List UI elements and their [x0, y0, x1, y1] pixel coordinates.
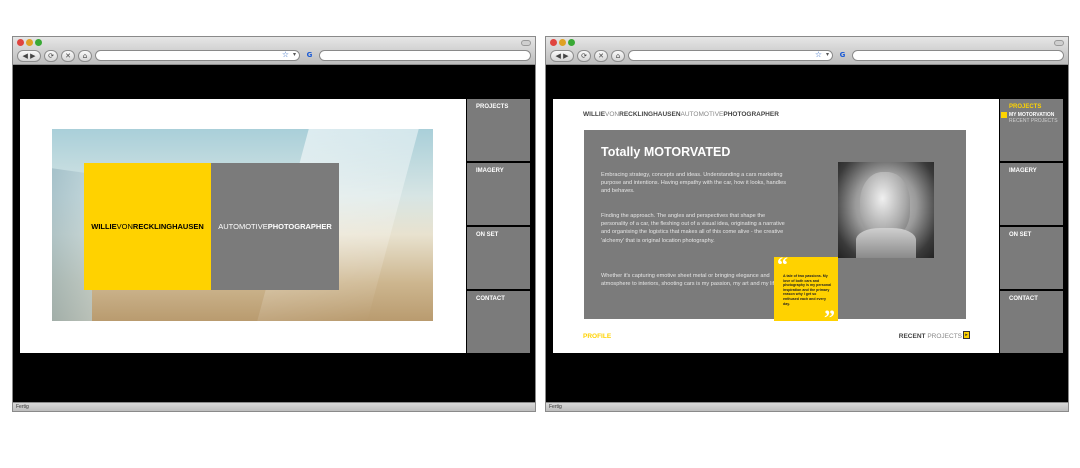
recent-link-part-recent: RECENT [898, 333, 926, 340]
toolbar-toggle-icon[interactable] [1054, 40, 1064, 46]
nav-item-contact[interactable]: CONTACT [467, 291, 530, 353]
reload-button[interactable]: ⟳ [44, 49, 58, 62]
browser-toolbar: ◀ ▶ ⟳ ✕ ⌂ ☆ ▾ G [546, 37, 1068, 65]
window-controls [550, 39, 575, 46]
side-navigation: PROJECTS IMAGERY ON SET CONTACT [467, 99, 530, 353]
tagline-part-automotive: AUTOMOTIVE [680, 111, 724, 118]
site-logo: WILLIEVONRECKLINGHAUSEN [91, 222, 204, 231]
paragraph: Embracing strategy, concepts and ideas. … [601, 172, 787, 195]
tagline-part-photographer: PHOTOGRAPHER [267, 222, 332, 231]
nav-item-on-set[interactable]: ON SET [1000, 227, 1063, 289]
nav-item-projects[interactable]: PROJECTS [467, 99, 530, 161]
nav-item-on-set[interactable]: ON SET [467, 227, 530, 289]
search-input[interactable] [319, 50, 531, 61]
close-window-icon[interactable] [17, 39, 24, 46]
search-engine-icon[interactable]: G [303, 50, 316, 61]
status-bar: Fertig [546, 402, 1068, 411]
bookmark-star-icon[interactable]: ☆ [282, 50, 289, 59]
nav-item-contact[interactable]: CONTACT [1000, 291, 1063, 353]
zoom-window-icon[interactable] [568, 39, 575, 46]
logo-part-willie: WILLIE [583, 111, 606, 118]
logo-block[interactable]: WILLIEVONRECKLINGHAUSEN [84, 163, 211, 290]
address-bar[interactable]: ☆ ▾ [95, 50, 300, 61]
logo-part-recklinghausen: RECKLINGHAUSEN [619, 111, 681, 118]
toolbar-toggle-icon[interactable] [521, 40, 531, 46]
subnav-item-recent-projects[interactable]: RECENT PROJECTS [1009, 118, 1063, 124]
nav-item-projects[interactable]: PROJECTS MY MOTORVATION RECENT PROJECTS [1000, 99, 1063, 161]
recent-link-part-projects: PROJECTS [927, 333, 962, 340]
nav-item-imagery[interactable]: IMAGERY [1000, 163, 1063, 225]
minimize-window-icon[interactable] [559, 39, 566, 46]
pull-quote-text: A tale of two passions. My love of both … [783, 274, 832, 306]
back-forward-button[interactable]: ◀ ▶ [550, 49, 574, 62]
logo-part-von: VON [605, 111, 620, 118]
search-input[interactable] [852, 50, 1064, 61]
pull-quote: “ A tale of two passions. My love of bot… [774, 252, 838, 329]
browser-window-right: ◀ ▶ ⟳ ✕ ⌂ ☆ ▾ G WILLIEVONRECKLINGHAUSENA… [545, 36, 1069, 412]
tagline-part-photographer: PHOTOGRAPHER [723, 111, 779, 118]
status-bar: Fertig [13, 402, 535, 411]
side-navigation: PROJECTS MY MOTORVATION RECENT PROJECTS … [1000, 99, 1063, 353]
page-canvas: WILLIEVONRECKLINGHAUSENAUTOMOTIVEPHOTOGR… [553, 99, 999, 353]
home-button[interactable]: ⌂ [78, 49, 92, 62]
browser-toolbar: ◀ ▶ ⟳ ✕ ⌂ ☆ ▾ G [13, 37, 535, 65]
hero-image: WILLIEVONRECKLINGHAUSEN AUTOMOTIVEPHOTOG… [52, 129, 433, 321]
back-forward-button[interactable]: ◀ ▶ [17, 49, 41, 62]
close-window-icon[interactable] [550, 39, 557, 46]
address-bar[interactable]: ☆ ▾ [628, 50, 833, 61]
subnav-item-my-motorvation[interactable]: MY MOTORVATION [1001, 112, 1063, 118]
minimize-window-icon[interactable] [26, 39, 33, 46]
nav-item-projects-label: PROJECTS [1009, 104, 1042, 110]
site-tagline: AUTOMOTIVEPHOTOGRAPHER [218, 222, 332, 231]
page-viewport: WILLIEVONRECKLINGHAUSEN AUTOMOTIVEPHOTOG… [13, 66, 535, 404]
chevron-down-icon[interactable]: ▾ [293, 51, 296, 58]
site-logo[interactable]: WILLIEVONRECKLINGHAUSENAUTOMOTIVEPHOTOGR… [583, 111, 779, 118]
bookmark-star-icon[interactable]: ☆ [815, 50, 822, 59]
home-button[interactable]: ⌂ [611, 49, 625, 62]
portrait-hands [856, 228, 916, 258]
paragraph: Finding the approach. The angles and per… [601, 213, 785, 244]
content-panel: Totally MOTORVATED Embracing strategy, c… [584, 130, 966, 329]
reload-button[interactable]: ⟳ [577, 49, 591, 62]
close-quote-icon: ” [824, 305, 835, 330]
browser-window-left: ◀ ▶ ⟳ ✕ ⌂ ☆ ▾ G WILLIEVONRECKLINGHAUSEN … [12, 36, 536, 412]
page-title: Totally MOTORVATED [601, 145, 731, 159]
logo-part-willie: WILLIE [91, 222, 117, 231]
tagline-block: AUTOMOTIVEPHOTOGRAPHER [211, 163, 339, 290]
page-canvas: WILLIEVONRECKLINGHAUSEN AUTOMOTIVEPHOTOG… [20, 99, 466, 353]
window-controls [17, 39, 42, 46]
arrow-right-icon[interactable]: ▸ [963, 331, 970, 339]
projects-subnav: MY MOTORVATION RECENT PROJECTS [1001, 112, 1063, 124]
nav-item-imagery[interactable]: IMAGERY [467, 163, 530, 225]
stop-button[interactable]: ✕ [61, 49, 75, 62]
portrait-photo [838, 162, 934, 258]
logo-part-von: VON [116, 222, 133, 231]
paragraph: Whether it's capturing emotive sheet met… [601, 273, 779, 288]
open-quote-icon: “ [777, 252, 788, 277]
logo-part-recklinghausen: RECKLINGHAUSEN [132, 222, 204, 231]
stop-button[interactable]: ✕ [594, 49, 608, 62]
chevron-down-icon[interactable]: ▾ [826, 51, 829, 58]
page-viewport: WILLIEVONRECKLINGHAUSENAUTOMOTIVEPHOTOGR… [546, 66, 1068, 404]
recent-projects-link[interactable]: RECENT PROJECTS [899, 333, 962, 340]
profile-link[interactable]: PROFILE [583, 333, 611, 340]
tagline-part-automotive: AUTOMOTIVE [218, 222, 268, 231]
zoom-window-icon[interactable] [35, 39, 42, 46]
search-engine-icon[interactable]: G [836, 50, 849, 61]
